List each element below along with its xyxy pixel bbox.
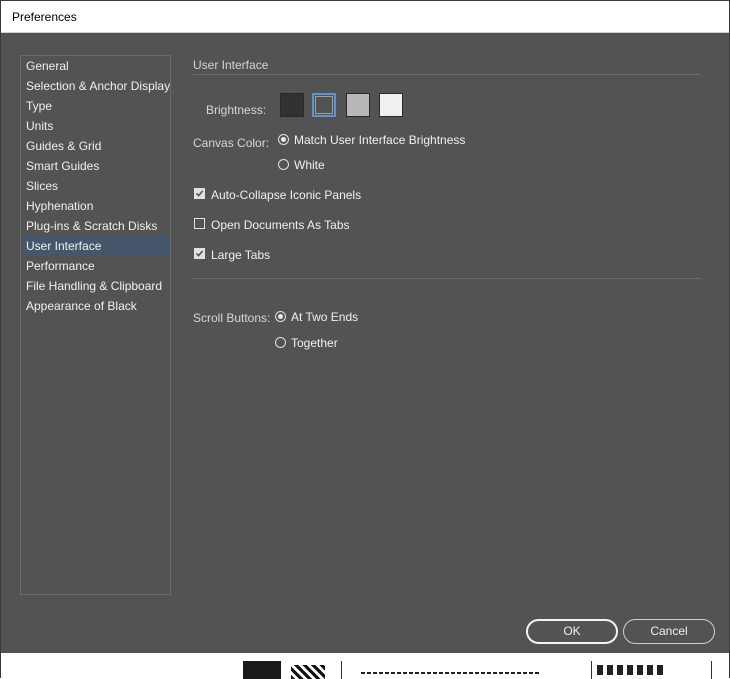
options-divider <box>193 278 701 279</box>
checkmark-icon <box>195 250 204 257</box>
brightness-swatch-dark[interactable] <box>280 93 304 117</box>
canvas-white-radio[interactable] <box>278 159 289 170</box>
sidebar-item-smart-guides[interactable]: Smart Guides <box>23 156 170 176</box>
canvas-color-label: Canvas Color: <box>193 136 270 150</box>
canvas-match-ui-label[interactable]: Match User Interface Brightness <box>294 133 465 147</box>
sidebar-item-guides-grid[interactable]: Guides & Grid <box>23 136 170 156</box>
sidebar-item-file-handling-clipboard[interactable]: File Handling & Clipboard <box>23 276 170 296</box>
brightness-swatch-light[interactable] <box>379 93 403 117</box>
background-rule <box>591 661 592 679</box>
scroll-at-two-ends-label[interactable]: At Two Ends <box>291 310 358 324</box>
brightness-swatch-medium-dark[interactable] <box>312 93 336 117</box>
sidebar-item-general[interactable]: General <box>23 56 170 76</box>
sidebar-item-user-interface[interactable]: User Interface <box>23 236 170 256</box>
auto-collapse-checkbox[interactable] <box>194 188 205 199</box>
sidebar-item-selection-anchor-display[interactable]: Selection & Anchor Display <box>23 76 170 96</box>
canvas-white-label[interactable]: White <box>294 158 325 172</box>
scroll-together-label[interactable]: Together <box>291 336 338 350</box>
section-divider <box>193 74 701 75</box>
open-docs-as-tabs-label[interactable]: Open Documents As Tabs <box>211 218 350 232</box>
cancel-button[interactable]: Cancel <box>623 619 715 644</box>
background-rule <box>711 661 712 679</box>
title-bar[interactable]: Preferences <box>1 1 729 33</box>
background-text <box>597 665 667 675</box>
brightness-label: Brightness: <box>206 103 267 117</box>
background-rule <box>341 661 342 679</box>
background-text <box>361 672 541 674</box>
category-list[interactable]: General Selection & Anchor Display Type … <box>20 55 171 595</box>
checkmark-icon <box>195 190 204 197</box>
ok-button[interactable]: OK <box>526 619 618 644</box>
scroll-together-radio[interactable] <box>275 337 286 348</box>
sidebar-item-plugins-scratch-disks[interactable]: Plug-ins & Scratch Disks <box>23 216 170 236</box>
large-tabs-label[interactable]: Large Tabs <box>211 248 270 262</box>
sidebar-item-appearance-of-black[interactable]: Appearance of Black <box>23 296 170 316</box>
sidebar-item-performance[interactable]: Performance <box>23 256 170 276</box>
scroll-at-two-ends-radio[interactable] <box>275 311 286 322</box>
sidebar-item-slices[interactable]: Slices <box>23 176 170 196</box>
preferences-dialog: Preferences General Selection & Anchor D… <box>0 0 730 679</box>
background-graphic <box>291 665 325 679</box>
sidebar-item-units[interactable]: Units <box>23 116 170 136</box>
brightness-swatch-medium-light[interactable] <box>346 93 370 117</box>
auto-collapse-label[interactable]: Auto-Collapse Iconic Panels <box>211 188 361 202</box>
window-title: Preferences <box>12 10 77 24</box>
large-tabs-checkbox[interactable] <box>194 248 205 259</box>
sidebar-item-type[interactable]: Type <box>23 96 170 116</box>
sidebar-item-hyphenation[interactable]: Hyphenation <box>23 196 170 216</box>
canvas-match-ui-radio[interactable] <box>278 134 289 145</box>
open-docs-as-tabs-checkbox[interactable] <box>194 218 205 229</box>
scroll-buttons-label: Scroll Buttons: <box>193 311 271 325</box>
section-title: User Interface <box>193 58 269 72</box>
background-graphic <box>243 661 281 679</box>
